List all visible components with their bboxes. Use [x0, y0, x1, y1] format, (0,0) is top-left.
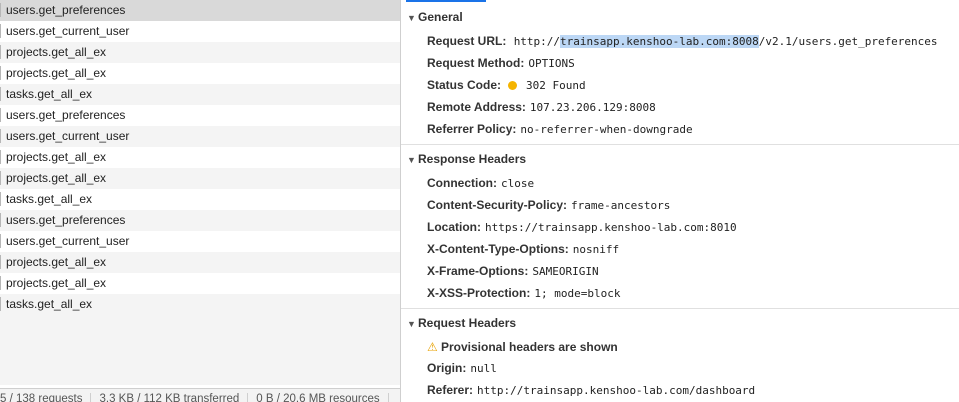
response-headers-section-header[interactable]: ▼ Response Headers: [407, 150, 526, 168]
response-header-row: X-Frame-Options: SAMEORIGIN: [427, 264, 599, 278]
url-host-selection[interactable]: trainsapp.kenshoo-lab.com:8008: [560, 35, 759, 48]
response-header-row: X-XSS-Protection: 1; mode=block: [427, 286, 621, 300]
request-row[interactable]: projects.get_all_ex: [0, 252, 400, 273]
request-row[interactable]: users.get_current_user: [0, 126, 400, 147]
request-row[interactable]: users.get_preferences: [0, 210, 400, 231]
active-tab-indicator: [406, 0, 486, 2]
request-row[interactable]: projects.get_all_ex: [0, 273, 400, 294]
response-header-row: Location: https://trainsapp.kenshoo-lab.c…: [427, 220, 737, 234]
request-headers-section-header[interactable]: ▼ Request Headers: [407, 314, 516, 332]
request-method-row: Request Method: OPTIONS: [427, 56, 575, 70]
section-divider: [401, 144, 959, 145]
response-header-row: X-Content-Type-Options: nosniff: [427, 242, 620, 256]
request-header-row: Origin: null: [427, 361, 497, 375]
response-header-row: Connection: close: [427, 176, 535, 190]
request-count: 5 / 138 requests: [0, 393, 92, 402]
warning-icon: ⚠: [427, 340, 438, 354]
request-row[interactable]: users.get_preferences: [0, 0, 400, 21]
network-summary-bar: 5 / 138 requests 3.3 KB / 112 KB transfer…: [0, 388, 400, 402]
request-row[interactable]: users.get_current_user: [0, 21, 400, 42]
response-header-row: Content-Security-Policy: frame-ancestors: [427, 198, 671, 212]
request-row[interactable]: projects.get_all_ex: [0, 168, 400, 189]
request-row[interactable]: projects.get_all_ex: [0, 63, 400, 84]
triangle-down-icon: ▼: [407, 155, 416, 165]
request-list-empty-area: [0, 315, 400, 385]
request-row[interactable]: tasks.get_all_ex: [0, 84, 400, 105]
transferred-size: 3.3 KB / 112 KB transferred: [91, 393, 249, 402]
network-request-list-pane: users.get_preferences users.get_current_…: [0, 0, 400, 402]
request-row[interactable]: users.get_current_user: [0, 231, 400, 252]
status-dot-icon: [508, 81, 518, 90]
request-row[interactable]: users.get_preferences: [0, 105, 400, 126]
request-row[interactable]: projects.get_all_ex: [0, 42, 400, 63]
resources-size: 0 B / 20.6 MB resources: [248, 393, 389, 402]
provisional-headers-warning: ⚠ Provisional headers are shown: [427, 340, 618, 354]
url-path: /v2.1/users.get_preferences: [758, 35, 938, 48]
request-row[interactable]: projects.get_all_ex: [0, 147, 400, 168]
triangle-down-icon: ▼: [407, 13, 416, 23]
status-code-row: Status Code: 302 Found: [427, 78, 586, 92]
general-section-header[interactable]: ▼ General: [407, 8, 463, 26]
request-row[interactable]: tasks.get_all_ex: [0, 294, 400, 315]
request-row[interactable]: tasks.get_all_ex: [0, 189, 400, 210]
triangle-down-icon: ▼: [407, 319, 416, 329]
request-header-row: Referer: http://trainsapp.kenshoo-lab.com…: [427, 383, 756, 397]
request-list: users.get_preferences users.get_current_…: [0, 0, 400, 315]
request-url-row: Request URL: http://trainsapp.kenshoo-la…: [427, 34, 938, 48]
remote-address-row: Remote Address: 107.23.206.129:8008: [427, 100, 656, 114]
url-scheme: http://: [513, 35, 561, 48]
section-divider: [401, 308, 959, 309]
referrer-policy-row: Referrer Policy: no-referrer-when-downgra…: [427, 122, 693, 136]
request-details-pane: ▼ General Request URL: http://trainsapp.k…: [401, 0, 959, 402]
